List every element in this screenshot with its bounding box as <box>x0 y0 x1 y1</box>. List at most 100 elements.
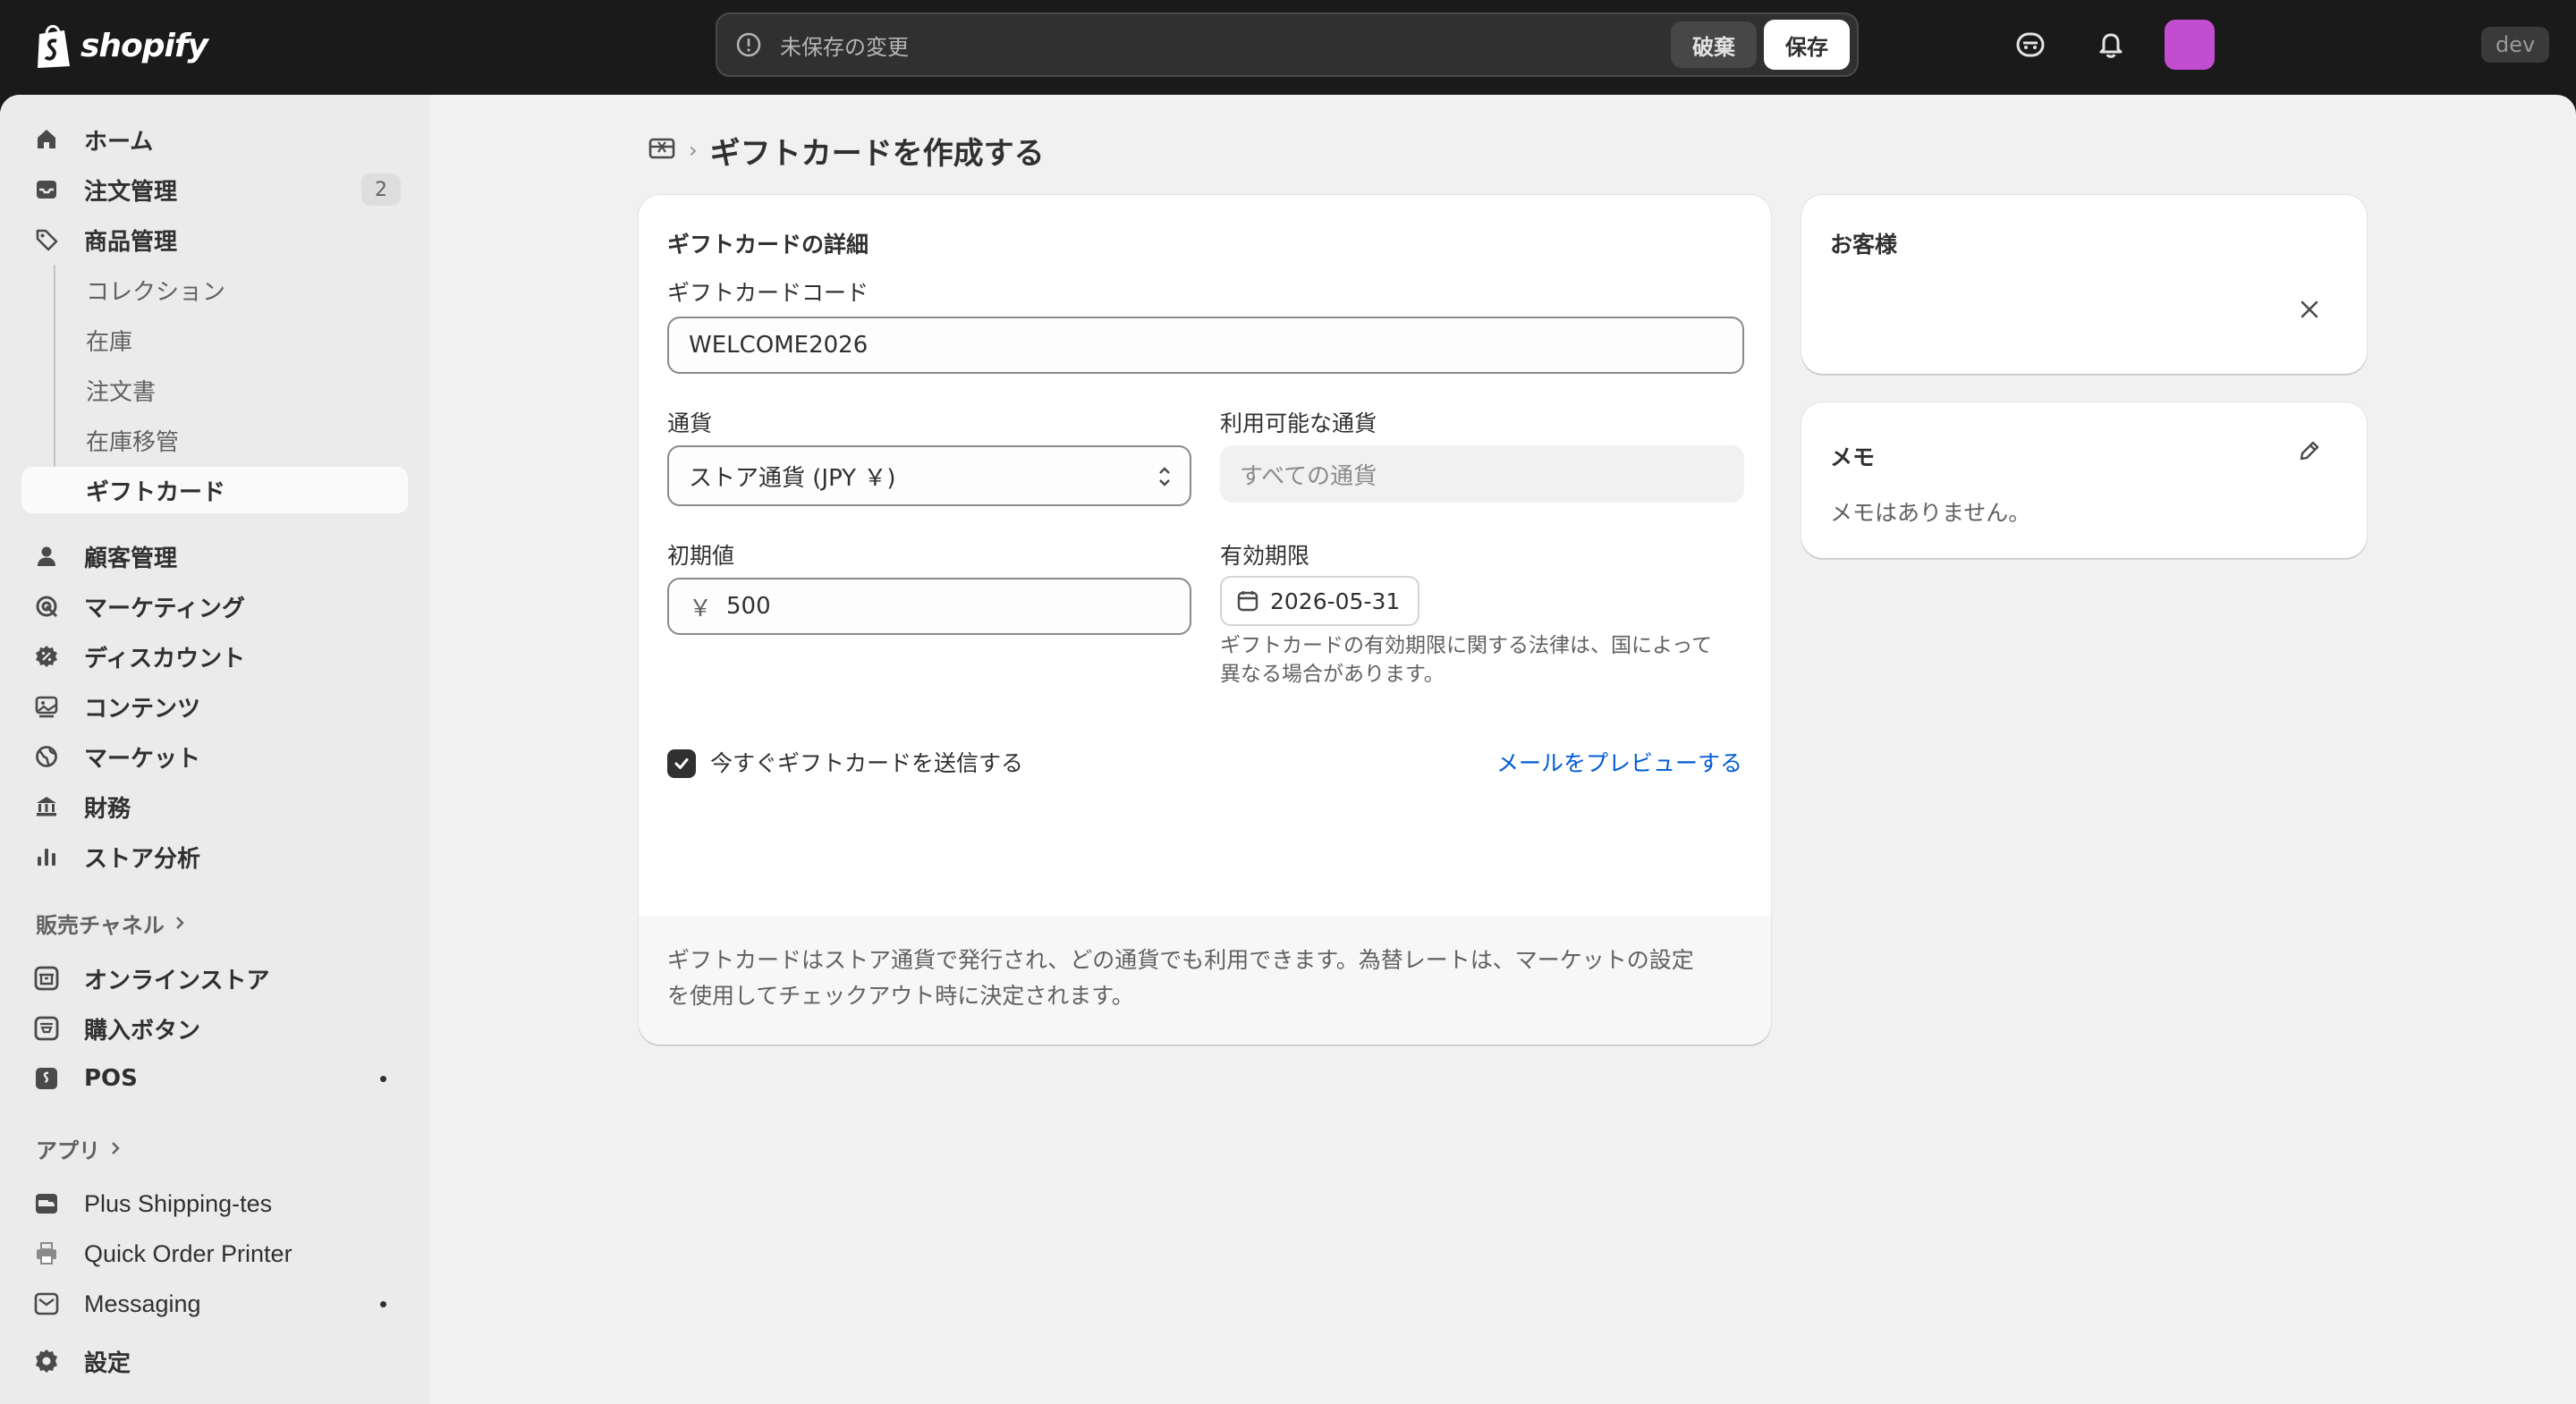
discard-button[interactable]: 破棄 <box>1671 21 1757 68</box>
sidebar-item-collections[interactable]: コレクション <box>21 266 408 313</box>
chevron-right-icon <box>112 1142 120 1154</box>
currency-select[interactable]: ストア通貨 (JPY ￥) <box>667 445 1191 506</box>
sidebar-item-label: Messaging <box>84 1290 201 1317</box>
sidebar-item-label: 設定 <box>84 1349 131 1377</box>
save-button[interactable]: 保存 <box>1764 20 1850 70</box>
sidebar-item-buy-button[interactable]: 購入ボタン <box>21 1005 408 1052</box>
currency-info-line-1: ギフトカードはストア通貨で発行され、どの通貨でも利用できます。為替レートは、マー… <box>667 947 1694 973</box>
sidebar: ホーム 注文管理 2 商品管理 コレクション 在庫 注文書 在庫移管 ギフトカー… <box>0 95 429 1404</box>
bar-chart-icon <box>21 844 72 869</box>
sidebar-item-content[interactable]: コンテンツ <box>21 683 408 730</box>
sidebar-item-label: コレクション <box>86 278 226 306</box>
expiry-help-line-1: ギフトカードの有効期限に関する法律は、国によって <box>1220 634 1713 657</box>
memo-card-title: メモ <box>1830 444 1876 470</box>
sidebar-item-products[interactable]: 商品管理 <box>21 216 408 263</box>
select-arrows-icon <box>1159 467 1170 486</box>
inbox-icon <box>21 177 72 202</box>
sidebar-item-label: POS <box>84 1065 138 1092</box>
expiry-help-text: ギフトカードの有効期限に関する法律は、国によって 異なる場合があります。 <box>1220 631 1712 689</box>
sidebar-item-label: 財務 <box>84 795 131 823</box>
currency-select-value: ストア通貨 (JPY ￥) <box>689 464 896 492</box>
initial-value-label: 初期値 <box>667 543 735 569</box>
currency-label: 通貨 <box>667 410 713 436</box>
sidebar-item-marketing[interactable]: マーケティング <box>21 583 408 630</box>
expiry-date-value: 2026-05-31 <box>1270 588 1401 614</box>
send-now-label[interactable]: 今すぐギフトカードを送信する <box>710 749 1023 778</box>
edit-pencil-icon[interactable] <box>2290 431 2329 470</box>
sidebar-item-transfers[interactable]: 在庫移管 <box>21 417 408 463</box>
memo-empty-text: メモはありません。 <box>1830 500 2031 526</box>
close-icon[interactable] <box>2290 290 2329 329</box>
printer-icon <box>21 1240 72 1267</box>
details-card-title: ギフトカードの詳細 <box>667 232 869 258</box>
alert-circle-icon <box>736 32 761 57</box>
logo-text: shopify <box>80 27 208 64</box>
sidebar-item-label: 在庫移管 <box>86 428 180 456</box>
store-icon <box>21 965 72 992</box>
currency-info-text: ギフトカードはストア通貨で発行され、どの通貨でも利用できます。為替レートは、マー… <box>667 943 1758 1014</box>
top-bar: shopify 未保存の変更 破棄 保存 dev <box>0 0 2576 95</box>
expiry-date-button[interactable]: 2026-05-31 <box>1220 576 1420 626</box>
sidebar-item-app-messaging[interactable]: Messaging <box>21 1281 408 1327</box>
sidebar-item-label: 商品管理 <box>84 228 178 256</box>
apps-label: アプリ <box>36 1138 100 1163</box>
sidebar-item-label: 顧客管理 <box>84 545 178 572</box>
sidebar-item-home[interactable]: ホーム <box>21 116 408 163</box>
breadcrumb-chevron-icon: › <box>689 138 698 163</box>
bank-icon <box>21 794 72 819</box>
sidebar-item-inventory[interactable]: 在庫 <box>21 317 408 363</box>
notification-bell-icon[interactable] <box>2093 27 2129 63</box>
preview-email-link[interactable]: メールをプレビューする <box>1496 749 1742 778</box>
available-currency-label: 利用可能な通貨 <box>1220 410 1377 436</box>
sidebar-item-label: ギフトカード <box>86 478 226 506</box>
store-avatar[interactable] <box>2165 20 2215 70</box>
sidebar-item-app-quick-order-printer[interactable]: Quick Order Printer <box>21 1231 408 1277</box>
customer-card-title: お客様 <box>1830 232 1898 258</box>
target-icon <box>21 594 72 619</box>
calendar-icon <box>1237 591 1258 612</box>
sidebar-item-orders[interactable]: 注文管理 2 <box>21 166 408 213</box>
sidebar-item-label: ディスカウント <box>84 645 246 672</box>
send-now-checkbox[interactable] <box>667 749 696 778</box>
gift-card-details-card: ギフトカードの詳細 ギフトカードコード WELCOME2026 通貨 ストア通貨… <box>639 195 1771 1045</box>
sidebar-item-discounts[interactable]: ディスカウント <box>21 633 408 680</box>
sidebar-item-analytics[interactable]: ストア分析 <box>21 833 408 880</box>
apps-header[interactable]: アプリ <box>36 1130 122 1166</box>
home-icon <box>21 127 72 152</box>
messaging-status-dot <box>380 1301 386 1307</box>
gear-icon <box>21 1348 72 1374</box>
contextual-save-bar: 未保存の変更 破棄 保存 <box>716 13 1859 77</box>
sidebar-item-purchase-orders[interactable]: 注文書 <box>21 367 408 413</box>
sidebar-item-app-plus-shipping[interactable]: Plus Shipping-tes <box>21 1180 408 1227</box>
sidebar-item-label: 注文管理 <box>84 178 178 206</box>
admin-frame: ホーム 注文管理 2 商品管理 コレクション 在庫 注文書 在庫移管 ギフトカー… <box>0 95 2576 1404</box>
initial-value-input[interactable]: ￥ 500 <box>667 578 1191 635</box>
sidebar-item-customers[interactable]: 顧客管理 <box>21 533 408 579</box>
chevron-right-icon <box>175 917 184 929</box>
globe-icon <box>21 744 72 769</box>
sidebar-item-markets[interactable]: マーケット <box>21 733 408 780</box>
sales-channels-header[interactable]: 販売チャネル <box>36 905 186 941</box>
checkmark-icon <box>674 758 689 769</box>
orders-count-badge: 2 <box>361 173 401 206</box>
gift-card-code-input[interactable]: WELCOME2026 <box>667 317 1744 374</box>
sidebar-item-label: マーケット <box>84 745 201 773</box>
shopify-bag-icon <box>38 25 70 68</box>
gift-card-icon[interactable] <box>648 135 676 165</box>
pos-status-dot <box>380 1076 386 1082</box>
unsaved-changes-message: 未保存の変更 <box>780 34 909 60</box>
sidebar-item-label: 在庫 <box>86 328 133 356</box>
discount-icon <box>21 644 72 669</box>
sidekick-icon[interactable] <box>2012 27 2048 63</box>
sidebar-item-settings[interactable]: 設定 <box>21 1338 408 1384</box>
sidebar-item-finance[interactable]: 財務 <box>21 783 408 830</box>
expiry-help-line-2: 異なる場合があります。 <box>1220 663 1445 686</box>
dev-store-badge[interactable]: dev <box>2481 27 2550 63</box>
tag-icon <box>21 227 72 252</box>
sidebar-item-label: Quick Order Printer <box>84 1239 292 1267</box>
sidebar-item-online-store[interactable]: オンラインストア <box>21 955 408 1002</box>
sidebar-item-label: Plus Shipping-tes <box>84 1189 273 1217</box>
shopify-logo[interactable]: shopify <box>34 20 208 72</box>
sidebar-item-gift-cards[interactable]: ギフトカード <box>21 467 408 513</box>
sidebar-item-pos[interactable]: POS <box>21 1055 408 1102</box>
